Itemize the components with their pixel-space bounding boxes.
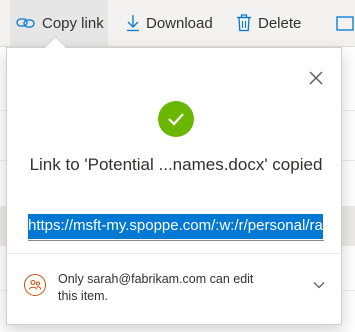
permission-text: Only sarah@fabrikam.com can edit this it… [58, 272, 254, 303]
delete-label: Delete [258, 14, 302, 32]
copied-message: Link to 'Potential ...names.docx' copied [29, 155, 323, 174]
more-commands-button[interactable] [336, 0, 354, 46]
link-url-field[interactable]: https://msft-my.spoppe.com/:w:/r/persona… [28, 214, 324, 241]
link-url-text: https://msft-my.spoppe.com/:w:/r/persona… [28, 214, 323, 239]
chevron-down-icon [313, 282, 325, 289]
close-button[interactable] [305, 67, 327, 89]
success-badge [158, 101, 194, 137]
close-icon [309, 71, 323, 85]
download-button[interactable]: Download [126, 0, 213, 46]
checkmark-icon [168, 113, 184, 126]
download-label: Download [146, 14, 213, 32]
link-settings-button[interactable]: Only sarah@fabrikam.com can edit this it… [7, 254, 341, 324]
trash-icon [237, 14, 251, 32]
download-icon [127, 15, 139, 32]
link-icon [16, 18, 35, 28]
copy-link-label: Copy link [42, 14, 104, 32]
people-icon [24, 274, 46, 296]
delete-button[interactable]: Delete [236, 0, 301, 46]
more-icon [336, 16, 354, 31]
